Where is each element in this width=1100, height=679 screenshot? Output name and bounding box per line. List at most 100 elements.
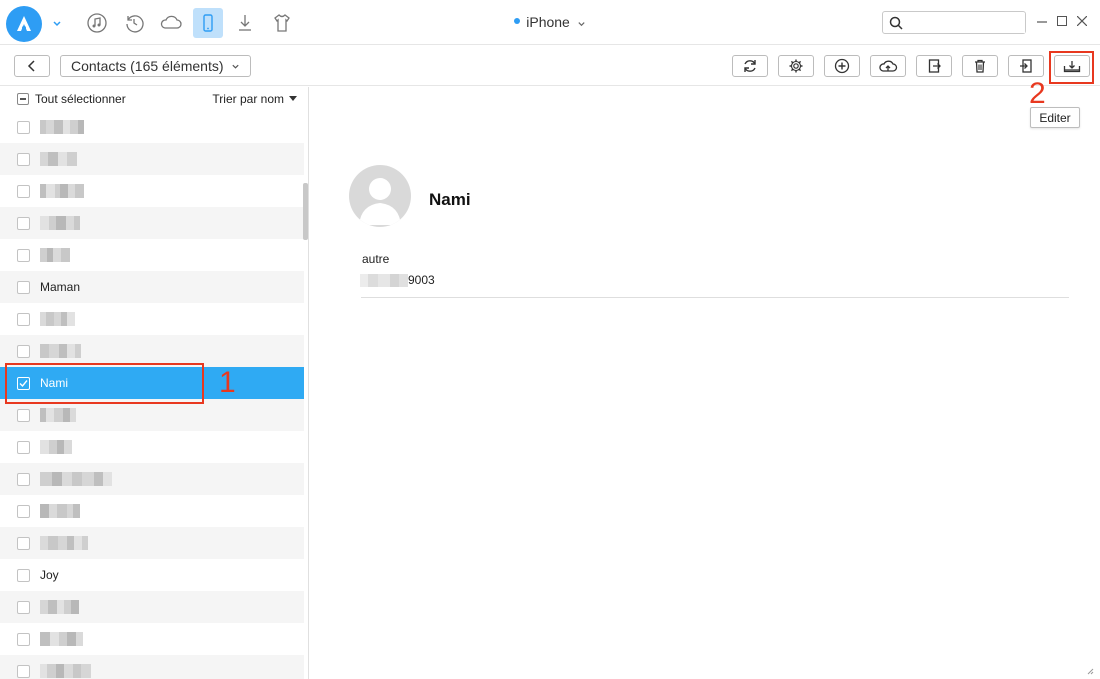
redacted-contact-name [40,664,91,678]
redacted-contact-name [40,472,112,486]
maximize-icon[interactable] [1056,13,1068,29]
contact-row[interactable] [0,175,304,207]
contact-row[interactable]: Maman [0,271,304,303]
upload-cloud-icon [879,60,898,72]
contact-checkbox[interactable] [17,600,30,614]
contact-row[interactable] [0,207,304,239]
category-dropdown[interactable]: Contacts (165 éléments) [60,55,251,77]
contact-row[interactable] [0,591,304,623]
category-label: Contacts (165 éléments) [71,58,224,74]
contact-checkbox[interactable] [17,152,30,166]
contact-row[interactable] [0,655,304,679]
annotation-step-2: 2 [1029,77,1046,110]
contact-checkbox[interactable] [17,184,30,198]
contact-checkbox[interactable] [17,632,30,646]
search-input[interactable] [907,12,1025,33]
settings-button[interactable] [778,55,814,77]
contact-checkbox[interactable] [17,216,30,230]
redacted-contact-name [40,152,77,166]
contact-checkbox[interactable] [17,408,30,422]
contact-avatar [349,165,411,227]
sort-dropdown[interactable]: Trier par nom [212,92,297,106]
contact-row[interactable] [0,527,304,559]
redacted-contact-name [40,344,81,358]
contact-checkbox[interactable] [17,312,30,326]
search-box[interactable] [882,11,1026,34]
annotation-highlight-selected-row [5,363,204,404]
annotation-highlight-edit [1049,51,1094,84]
contact-name-label: Joy [40,568,59,582]
contact-checkbox[interactable] [17,664,30,678]
settings-icon [789,59,803,73]
redacted-digits [360,273,408,287]
contact-checkbox[interactable] [17,248,30,262]
contact-checkbox[interactable] [17,504,30,518]
export-button[interactable] [916,55,952,77]
contact-row[interactable] [0,431,304,463]
contact-checkbox[interactable] [17,344,30,358]
connected-dot-icon [514,18,521,25]
redacted-contact-name [40,248,70,262]
contact-checkbox[interactable] [17,440,30,454]
chevron-down-icon [231,64,239,69]
delete-button[interactable] [962,55,998,77]
contact-row[interactable] [0,239,304,271]
add-button[interactable] [824,55,860,77]
contact-row[interactable] [0,495,304,527]
edit-tooltip: Editer [1030,107,1080,128]
redacted-contact-name [40,184,84,198]
contact-checkbox[interactable] [17,120,30,134]
trash-icon [975,59,985,73]
contact-row[interactable] [0,143,304,175]
contact-name: Nami [429,190,471,209]
resize-grip-icon[interactable] [1086,667,1094,675]
title-bar: iPhone [0,0,1100,45]
sort-label: Trier par nom [212,92,284,106]
list-header: Tout sélectionner Trier par nom [0,87,309,111]
phone-number-suffix: 9003 [408,273,435,287]
caret-down-icon [289,96,297,101]
import-button[interactable] [1008,55,1044,77]
select-all-label: Tout sélectionner [35,92,126,106]
minimize-icon[interactable] [1036,13,1048,29]
contact-checkbox[interactable] [17,472,30,486]
back-button[interactable] [14,55,50,77]
select-all-checkbox[interactable] [17,93,29,105]
add-icon [834,58,850,74]
contact-row[interactable]: Joy [0,559,304,591]
contact-row[interactable] [0,303,304,335]
redacted-contact-name [40,536,88,550]
redacted-contact-name [40,408,76,422]
detail-divider [361,297,1069,298]
search-icon [889,16,903,30]
redacted-contact-name [40,120,84,134]
toolbar: Contacts (165 éléments) [0,46,1100,86]
annotation-step-1: 1 [219,366,236,399]
contact-checkbox[interactable] [17,280,30,294]
export-icon [928,59,941,73]
redacted-contact-name [40,312,75,326]
close-icon[interactable] [1076,13,1088,29]
import-icon [1020,59,1032,73]
phone-field-value: 9003 [360,273,435,287]
contact-name-label: Maman [40,280,81,294]
chevron-down-icon [578,21,585,26]
contact-row[interactable] [0,111,304,143]
contact-checkbox[interactable] [17,536,30,550]
phone-field-label: autre [362,252,390,266]
refresh-icon [744,60,756,72]
redacted-contact-name [40,600,79,614]
contact-row[interactable] [0,623,304,655]
redacted-contact-name [40,632,83,646]
redacted-contact-name [40,440,72,454]
select-all-toggle[interactable]: Tout sélectionner [17,92,126,106]
chevron-left-icon [27,60,35,72]
person-silhouette-icon [359,178,401,225]
redacted-contact-name [40,216,80,230]
pane-divider[interactable] [308,87,309,679]
contact-checkbox[interactable] [17,568,30,582]
contact-row[interactable] [0,463,304,495]
upload-cloud-button[interactable] [870,55,906,77]
refresh-button[interactable] [732,55,768,77]
redacted-contact-name [40,504,80,518]
